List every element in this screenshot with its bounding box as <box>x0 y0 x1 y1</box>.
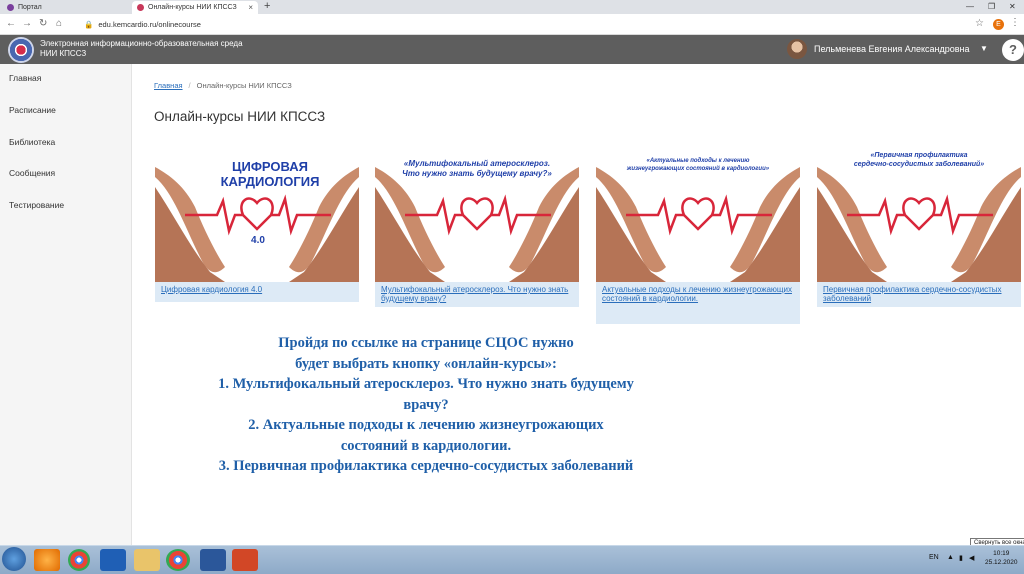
course-image-subtitle: 4.0 <box>251 235 265 246</box>
course-link[interactable]: Цифровая кардиология 4.0 <box>155 282 359 302</box>
close-window-icon[interactable]: ✕ <box>1009 0 1016 13</box>
home-icon[interactable]: ⌂ <box>56 17 62 31</box>
instructions-line: врачу? <box>403 396 449 413</box>
browser-menu-icon[interactable]: ⋮ <box>1010 17 1020 28</box>
instructions-text: Пройдя по ссылке на странице СЦОС нужно … <box>166 333 686 477</box>
course-image-title-line1: «Первичная профилактика <box>870 152 968 159</box>
chevron-down-icon[interactable]: ▼ <box>980 44 988 53</box>
sidebar-item-home[interactable]: Главная <box>9 73 41 83</box>
tab-portal-title: Портал <box>18 4 42 11</box>
media-player-icon[interactable] <box>34 549 60 571</box>
address-url: edu.kemcardio.ru/onlinecourse <box>98 20 201 29</box>
sidebar-item-library[interactable]: Библиотека <box>9 137 55 147</box>
breadcrumb-current: Онлайн-курсы НИИ КПССЗ <box>196 81 292 90</box>
sidebar-item-messages[interactable]: Сообщения <box>9 168 55 178</box>
institute-logo-icon[interactable] <box>8 37 34 63</box>
instructions-line: 1. Мультифокальный атеросклероз. Что нуж… <box>218 376 634 392</box>
breadcrumb-home-link[interactable]: Главная <box>154 81 183 90</box>
bookmark-star-icon[interactable]: ☆ <box>975 18 984 29</box>
back-icon[interactable]: ← <box>6 17 16 31</box>
site-title-line1: Электронная информационно-образовательна… <box>40 39 243 48</box>
course-image-title: ЦИФРОВАЯ КАРДИОЛОГИЯ <box>215 159 325 189</box>
clock-time: 10:19 <box>993 550 1010 557</box>
ecg-heart-shape <box>460 197 494 231</box>
course-image-title-line2: КАРДИОЛОГИЯ <box>220 174 320 189</box>
file-explorer-icon[interactable] <box>134 549 160 571</box>
address-bar[interactable]: 🔒 edu.kemcardio.ru/onlinecourse <box>84 17 974 32</box>
site-header: Электронная информационно-образовательна… <box>0 35 1024 64</box>
course-link[interactable]: Актуальные подходы к лечению жизнеугрожа… <box>596 282 800 324</box>
course-image-title-line1: «Мультифокальный атеросклероз. <box>403 159 551 168</box>
sidebar-item-schedule[interactable]: Расписание <box>9 105 56 115</box>
minimize-icon[interactable]: — <box>966 0 974 13</box>
tab-portal[interactable]: Портал <box>2 1 130 14</box>
forward-icon[interactable]: → <box>22 17 32 31</box>
user-name-menu[interactable]: Пельменева Евгения Александровна <box>814 44 970 54</box>
breadcrumb-separator: / <box>188 81 191 90</box>
page-title: Онлайн-курсы НИИ КПССЗ <box>154 109 326 124</box>
instructions-line: будет выбрать кнопку «онлайн-курсы»: <box>295 355 557 372</box>
course-image-title-line2: Что нужно знать будущему врачу?» <box>402 169 552 178</box>
course-image-title-line2: жизнеугрожающих состояний в кардиологии» <box>626 166 770 172</box>
course-image[interactable]: «Мультифокальный атеросклероз. Что нужно… <box>375 137 579 282</box>
new-tab-button[interactable]: + <box>264 0 270 13</box>
tab-online-courses[interactable]: Онлайн-курсы НИИ КПССЗ × <box>132 1 258 14</box>
clock-date: 25.12.2020 <box>985 559 1018 566</box>
course-image-title: «Мультифокальный атеросклероз. Что нужно… <box>389 159 565 179</box>
site-favicon-icon <box>137 4 144 11</box>
system-clock[interactable]: 10:19 25.12.2020 <box>985 549 1018 567</box>
course-image[interactable]: «Первичная профилактика сердечно-сосудис… <box>817 137 1021 282</box>
course-link[interactable]: Мультифокальный атеросклероз. Что нужно … <box>375 282 579 307</box>
browser-tab-strip: Портал Онлайн-курсы НИИ КПССЗ × + — ❐ ✕ <box>0 0 1024 14</box>
ecg-heart-shape <box>902 197 936 231</box>
windows-taskbar: EN ▲ ▮ ◀ 10:19 25.12.2020 <box>0 545 1024 574</box>
close-tab-icon[interactable]: × <box>248 1 253 14</box>
reload-icon[interactable]: ↻ <box>39 17 47 31</box>
powerpoint-app-icon[interactable] <box>232 549 258 571</box>
course-image-title-line1: ЦИФРОВАЯ <box>231 159 309 174</box>
tray-arrow-icon[interactable]: ▲ <box>947 554 954 561</box>
profile-avatar-icon[interactable]: Е <box>993 19 1004 30</box>
word-app-icon[interactable] <box>200 549 226 571</box>
course-card[interactable]: ЦИФРОВАЯ КАРДИОЛОГИЯ 4.0 Цифровая кардио… <box>155 137 359 302</box>
instructions-line: состояний в кардиологии. <box>340 437 512 454</box>
site-title-line2: НИИ КПССЗ <box>40 49 87 58</box>
course-image[interactable]: «Актуальные подходы к лечению жизнеугрож… <box>596 137 800 282</box>
instructions-line: 3. Первичная профилактика сердечно-сосуд… <box>218 458 634 474</box>
tab-online-courses-title: Онлайн-курсы НИИ КПССЗ <box>148 4 237 11</box>
course-link[interactable]: Первичная профилактика сердечно-сосудист… <box>817 282 1021 307</box>
ecg-heart-shape <box>240 197 274 231</box>
breadcrumb: Главная / Онлайн-курсы НИИ КПССЗ <box>154 81 292 90</box>
language-indicator[interactable]: EN <box>929 554 939 561</box>
network-icon[interactable]: ▮ <box>959 554 963 562</box>
start-button-icon[interactable] <box>2 547 26 571</box>
portal-favicon-icon <box>7 4 14 11</box>
course-image-title-line1: «Актуальные подходы к лечению <box>646 158 750 164</box>
site-title: Электронная информационно-образовательна… <box>40 39 243 59</box>
help-button[interactable]: ? <box>1002 39 1024 61</box>
instructions-line: Пройдя по ссылке на странице СЦОС нужно <box>278 335 574 351</box>
sidebar-item-testing[interactable]: Тестирование <box>9 200 64 210</box>
course-image-title: «Первичная профилактика сердечно-сосудис… <box>831 151 1007 169</box>
course-card[interactable]: «Первичная профилактика сердечно-сосудис… <box>817 137 1021 307</box>
course-image[interactable]: ЦИФРОВАЯ КАРДИОЛОГИЯ 4.0 <box>155 137 359 282</box>
sidebar: Главная Расписание Библиотека Сообщения … <box>0 64 132 545</box>
course-image-title-line2: сердечно-сосудистых заболеваний» <box>853 161 985 168</box>
outlook-app-icon[interactable] <box>100 549 126 571</box>
ecg-heart-shape <box>681 197 715 231</box>
instructions-line: 2. Актуальные подходы к лечению жизнеугр… <box>248 417 604 433</box>
lock-icon: 🔒 <box>84 20 94 29</box>
chrome-taskbar-icon[interactable] <box>166 549 190 571</box>
course-image-title: «Актуальные подходы к лечению жизнеугрож… <box>610 157 786 173</box>
course-card[interactable]: «Актуальные подходы к лечению жизнеугрож… <box>596 137 800 324</box>
chrome-app-icon[interactable] <box>68 549 90 571</box>
user-avatar[interactable] <box>787 39 807 59</box>
browser-toolbar: ← → ↻ ⌂ 🔒 edu.kemcardio.ru/onlinecourse ☆… <box>0 14 1024 35</box>
maximize-icon[interactable]: ❐ <box>988 0 995 13</box>
course-card[interactable]: «Мультифокальный атеросклероз. Что нужно… <box>375 137 579 307</box>
volume-icon[interactable]: ◀ <box>969 554 974 562</box>
